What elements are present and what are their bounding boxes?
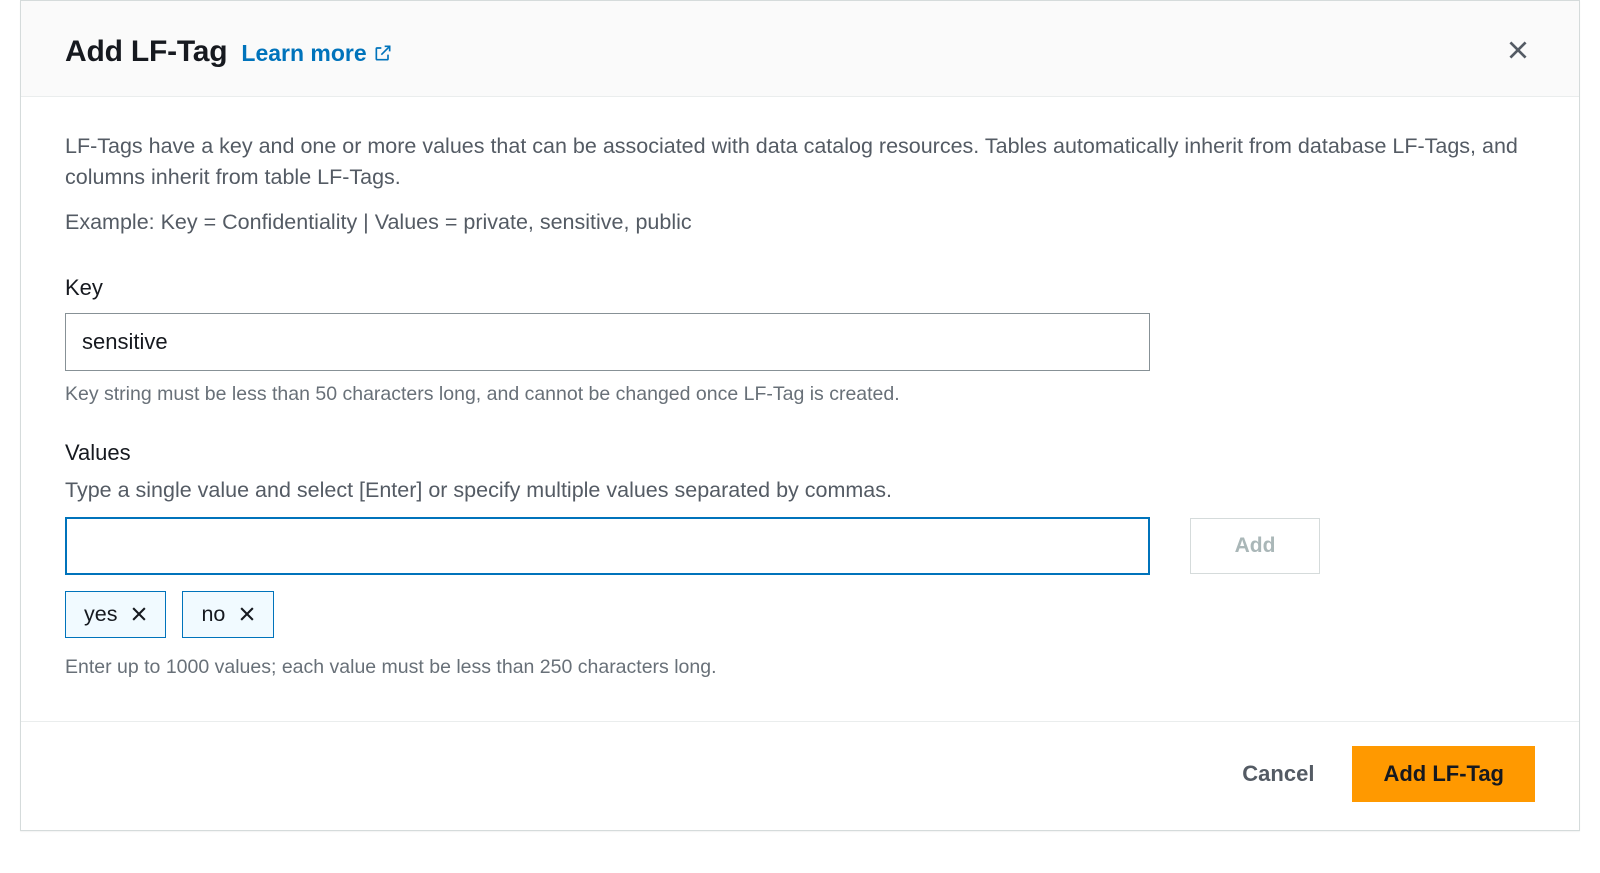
- values-input[interactable]: [65, 517, 1150, 575]
- key-input[interactable]: [65, 313, 1150, 371]
- close-button[interactable]: [1501, 33, 1535, 70]
- remove-tag-button[interactable]: [237, 604, 257, 624]
- value-tag: no: [182, 591, 274, 638]
- learn-more-label: Learn more: [241, 40, 366, 67]
- key-field-group: Key Key string must be less than 50 char…: [65, 275, 1535, 408]
- example-text: Example: Key = Confidentiality | Values …: [65, 207, 1535, 238]
- value-tag-label: yes: [84, 602, 117, 627]
- values-field-group: Values Type a single value and select [E…: [65, 440, 1535, 681]
- values-input-row: Add: [65, 517, 1535, 575]
- values-instruction: Type a single value and select [Enter] o…: [65, 478, 1535, 503]
- dialog-footer: Cancel Add LF-Tag: [21, 721, 1579, 830]
- learn-more-link[interactable]: Learn more: [241, 40, 392, 67]
- add-value-button[interactable]: Add: [1190, 518, 1320, 574]
- add-lf-tag-dialog: Add LF-Tag Learn more LF-Tags have a key…: [20, 0, 1580, 831]
- close-icon: [237, 604, 257, 624]
- header-text-group: Add LF-Tag Learn more: [65, 35, 393, 69]
- external-link-icon: [373, 43, 393, 63]
- close-icon: [1505, 37, 1531, 63]
- cancel-button[interactable]: Cancel: [1232, 747, 1324, 801]
- dialog-body: LF-Tags have a key and one or more value…: [21, 97, 1579, 721]
- value-tag: yes: [65, 591, 166, 638]
- dialog-title: Add LF-Tag: [65, 35, 227, 69]
- description-text: LF-Tags have a key and one or more value…: [65, 131, 1535, 193]
- close-icon: [129, 604, 149, 624]
- values-hint: Enter up to 1000 values; each value must…: [65, 654, 1535, 681]
- value-tag-label: no: [201, 602, 225, 627]
- key-label: Key: [65, 275, 1535, 301]
- remove-tag-button[interactable]: [129, 604, 149, 624]
- values-label: Values: [65, 440, 1535, 466]
- values-tags-row: yes no: [65, 591, 1535, 638]
- key-hint: Key string must be less than 50 characte…: [65, 381, 1535, 408]
- dialog-header: Add LF-Tag Learn more: [21, 1, 1579, 97]
- add-lf-tag-button[interactable]: Add LF-Tag: [1352, 746, 1535, 802]
